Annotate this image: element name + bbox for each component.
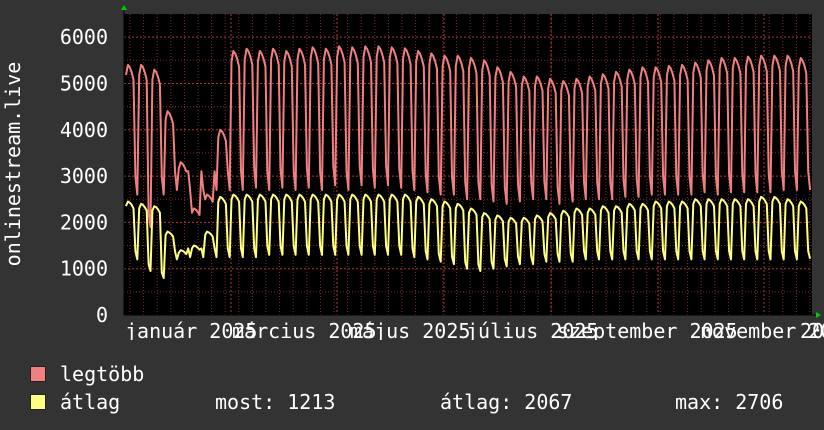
y-axis-label: onlinestream.live	[1, 62, 25, 267]
legend-label-atlag: átlag	[60, 390, 121, 414]
legend-item-atlag: átlag	[30, 390, 120, 414]
x-tick-label: 20	[800, 319, 824, 340]
y-tick-label: 3000	[60, 164, 108, 188]
stat-most: most: 1213	[215, 390, 336, 414]
y-tick-label: 1000	[60, 257, 108, 281]
chart: 0 1000 2000 3000 4000 5000 6000 onlinestream.li…	[1, 5, 824, 340]
legend-label-legtobb: legtöbb	[60, 362, 145, 386]
y-axis-arrow	[121, 5, 127, 10]
stat-atlag: átlag: 2067	[440, 390, 573, 414]
stat-max: max: 2706	[675, 390, 784, 414]
y-tick-label: 6000	[60, 25, 108, 49]
x-axis-arrow	[816, 312, 821, 318]
legend-item-legtobb: legtöbb	[30, 362, 144, 386]
y-tick-label: 2000	[60, 210, 108, 234]
y-tick-label: 4000	[60, 118, 108, 142]
legend-swatch-atlag	[30, 394, 46, 410]
legend-swatch-legtobb	[30, 366, 46, 382]
x-tick-label: május 2025	[350, 319, 470, 340]
y-tick-label: 0	[96, 303, 108, 327]
y-tick-label: 5000	[60, 71, 108, 95]
